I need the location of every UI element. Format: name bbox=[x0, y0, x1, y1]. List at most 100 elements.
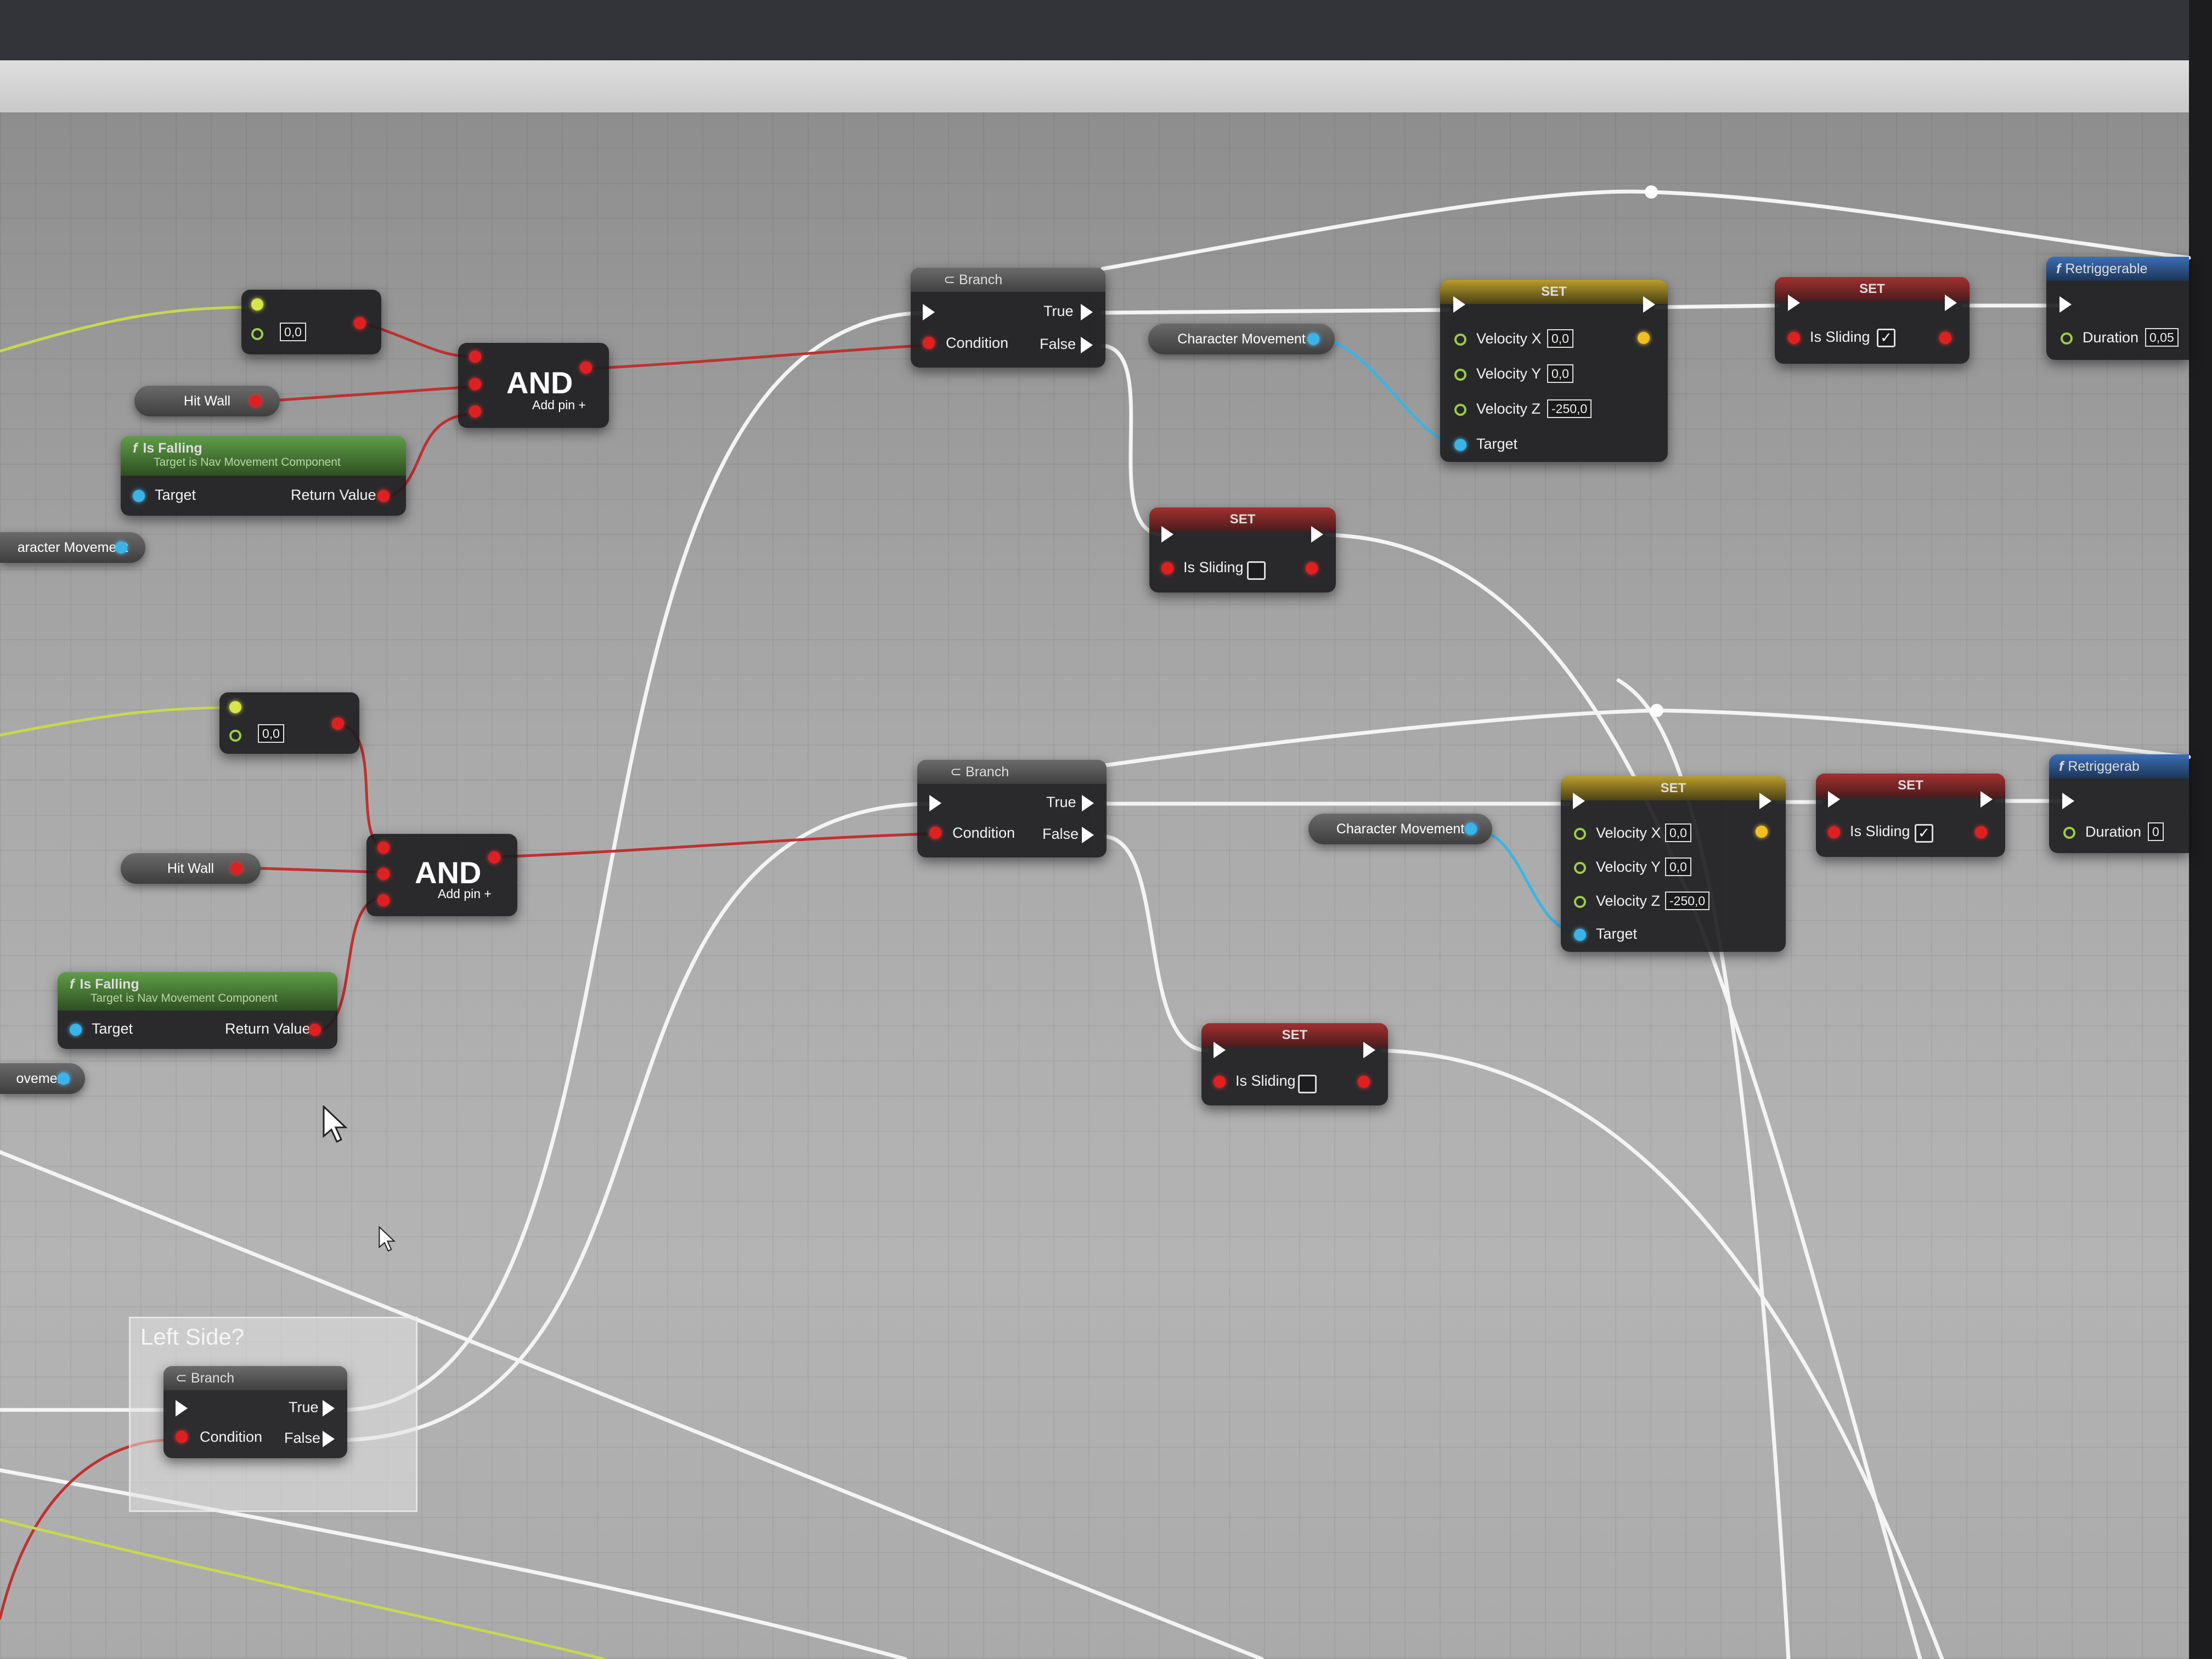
object-input-pin[interactable] bbox=[70, 1024, 82, 1036]
bool-input-pin[interactable] bbox=[1828, 826, 1840, 838]
object-output-pin[interactable] bbox=[58, 1073, 70, 1085]
float-input-pin[interactable] bbox=[1574, 862, 1586, 874]
float-input-pin[interactable] bbox=[1454, 369, 1466, 381]
float-input-pin[interactable] bbox=[1574, 828, 1586, 840]
is-sliding-checkbox[interactable]: ✓ bbox=[1877, 329, 1895, 347]
object-output-pin[interactable] bbox=[1465, 823, 1477, 835]
bool-output-pin[interactable] bbox=[332, 718, 344, 730]
float-input-pin[interactable] bbox=[2061, 332, 2073, 345]
float-value-box[interactable]: 0,0 bbox=[258, 724, 284, 743]
is-sliding-checkbox[interactable]: ✓ bbox=[1915, 824, 1933, 843]
float-input-pin[interactable] bbox=[229, 730, 241, 742]
branch-node-left-side[interactable]: ⊂ Branch True Condition False bbox=[163, 1366, 347, 1458]
and-node-2[interactable]: AND Add pin + bbox=[366, 834, 517, 916]
is-sliding-checkbox[interactable] bbox=[1298, 1075, 1317, 1093]
add-pin-button[interactable]: Add pin + bbox=[532, 398, 586, 413]
exec-input-pin[interactable] bbox=[2062, 793, 2074, 809]
float-input-pin[interactable] bbox=[229, 701, 241, 713]
velocity-x-field[interactable]: 0,0 bbox=[1665, 823, 1691, 842]
bool-output-pin[interactable] bbox=[580, 362, 592, 374]
duration-field[interactable]: 0 bbox=[2148, 822, 2164, 841]
float-input-pin[interactable] bbox=[1454, 404, 1466, 416]
greater-node-1[interactable]: 0,0 bbox=[241, 290, 381, 354]
bool-input-pin[interactable] bbox=[377, 868, 390, 880]
bool-input-pin[interactable] bbox=[469, 378, 481, 390]
bool-output-pin[interactable] bbox=[250, 395, 262, 407]
exec-input-pin[interactable] bbox=[1573, 793, 1585, 809]
bool-output-pin[interactable] bbox=[1358, 1076, 1370, 1088]
duration-field[interactable]: 0,05 bbox=[2145, 328, 2179, 347]
exec-true-pin[interactable] bbox=[1081, 304, 1093, 320]
object-input-pin[interactable] bbox=[1574, 929, 1586, 941]
float-input-pin[interactable] bbox=[251, 328, 263, 340]
is-falling-node-2[interactable]: f Is Falling Target is Nav Movement Compo… bbox=[58, 972, 337, 1049]
bool-input-pin[interactable] bbox=[1161, 562, 1173, 574]
character-movement-getter-1[interactable]: Character Movement bbox=[1148, 324, 1335, 354]
bool-input-pin[interactable] bbox=[1788, 332, 1800, 344]
bool-input-pin[interactable] bbox=[469, 405, 481, 417]
object-input-pin[interactable] bbox=[1454, 439, 1466, 451]
exec-input-pin[interactable] bbox=[923, 304, 935, 320]
hit-wall-getter-2[interactable]: Hit Wall bbox=[121, 853, 261, 884]
character-movement-getter-left-2[interactable]: ovement bbox=[0, 1063, 85, 1094]
float-input-pin[interactable] bbox=[2063, 827, 2075, 839]
bool-output-pin[interactable] bbox=[1306, 562, 1318, 574]
exec-false-pin[interactable] bbox=[323, 1431, 335, 1447]
object-input-pin[interactable] bbox=[133, 490, 145, 502]
condition-pin[interactable] bbox=[929, 827, 941, 839]
set-velocity-node-1[interactable]: SET Velocity X 0,0 Velocity Y 0,0 Veloci… bbox=[1440, 280, 1668, 462]
exec-output-pin[interactable] bbox=[1311, 526, 1323, 543]
exec-output-pin[interactable] bbox=[1759, 793, 1771, 809]
velocity-y-field[interactable]: 0,0 bbox=[1547, 364, 1573, 383]
branch-node-2[interactable]: ⊂ Branch True Condition False bbox=[917, 760, 1107, 857]
condition-pin[interactable] bbox=[923, 337, 935, 349]
character-movement-getter-left-1[interactable]: aracter Movement bbox=[0, 532, 145, 563]
bool-output-pin[interactable] bbox=[377, 490, 390, 502]
object-output-pin[interactable] bbox=[115, 541, 127, 554]
exec-input-pin[interactable] bbox=[1788, 295, 1800, 311]
and-node-1[interactable]: AND Add pin + bbox=[458, 343, 609, 428]
comment-title[interactable]: Left Side? bbox=[140, 1324, 244, 1350]
bool-output-pin[interactable] bbox=[309, 1024, 321, 1036]
set-is-sliding-true-node-1[interactable]: SET Is Sliding ✓ bbox=[1775, 277, 1970, 364]
exec-false-pin[interactable] bbox=[1082, 827, 1094, 843]
character-movement-getter-2[interactable]: Character Movement bbox=[1308, 814, 1492, 844]
retriggerable-delay-node-2[interactable]: f Retriggerab Duration 0 bbox=[2049, 754, 2189, 853]
bool-output-pin[interactable] bbox=[488, 851, 500, 864]
vector-output-pin[interactable] bbox=[1756, 826, 1768, 838]
float-input-pin[interactable] bbox=[251, 298, 263, 311]
bool-input-pin[interactable] bbox=[377, 842, 390, 854]
float-value-box[interactable]: 0,0 bbox=[280, 323, 306, 341]
branch-node-1[interactable]: ⊂ Branch True Condition False bbox=[911, 268, 1105, 368]
exec-output-pin[interactable] bbox=[1980, 791, 1993, 808]
exec-input-pin[interactable] bbox=[176, 1400, 188, 1417]
velocity-y-field[interactable]: 0,0 bbox=[1665, 857, 1691, 876]
exec-input-pin[interactable] bbox=[929, 795, 941, 811]
exec-true-pin[interactable] bbox=[1082, 795, 1094, 811]
hit-wall-getter-1[interactable]: Hit Wall bbox=[134, 386, 280, 416]
bool-input-pin[interactable] bbox=[469, 351, 481, 363]
exec-output-pin[interactable] bbox=[1363, 1042, 1375, 1058]
greater-node-2[interactable]: 0,0 bbox=[219, 692, 359, 754]
bool-output-pin[interactable] bbox=[1939, 332, 1951, 344]
exec-input-pin[interactable] bbox=[1214, 1042, 1226, 1058]
exec-input-pin[interactable] bbox=[1161, 526, 1173, 543]
vector-output-pin[interactable] bbox=[1638, 332, 1650, 344]
velocity-x-field[interactable]: 0,0 bbox=[1547, 329, 1573, 348]
is-sliding-checkbox[interactable] bbox=[1247, 561, 1266, 580]
set-is-sliding-false-node-1[interactable]: SET Is Sliding bbox=[1149, 507, 1336, 592]
exec-output-pin[interactable] bbox=[1945, 295, 1957, 311]
bool-output-pin[interactable] bbox=[1975, 826, 1987, 838]
set-is-sliding-true-node-2[interactable]: SET Is Sliding ✓ bbox=[1816, 774, 2005, 857]
condition-pin[interactable] bbox=[176, 1431, 188, 1443]
velocity-z-field[interactable]: -250,0 bbox=[1665, 891, 1710, 910]
is-falling-node-1[interactable]: f Is Falling Target is Nav Movement Compo… bbox=[121, 436, 406, 516]
exec-input-pin[interactable] bbox=[1828, 791, 1840, 808]
bool-input-pin[interactable] bbox=[377, 894, 390, 906]
exec-false-pin[interactable] bbox=[1081, 337, 1093, 353]
set-velocity-node-2[interactable]: SET Velocity X 0,0 Velocity Y 0,0 Veloci… bbox=[1561, 776, 1786, 952]
exec-true-pin[interactable] bbox=[323, 1400, 335, 1417]
bool-input-pin[interactable] bbox=[1214, 1076, 1226, 1088]
retriggerable-delay-node-1[interactable]: f Retriggerable Duration 0,05 bbox=[2046, 257, 2189, 360]
object-output-pin[interactable] bbox=[1307, 333, 1319, 345]
